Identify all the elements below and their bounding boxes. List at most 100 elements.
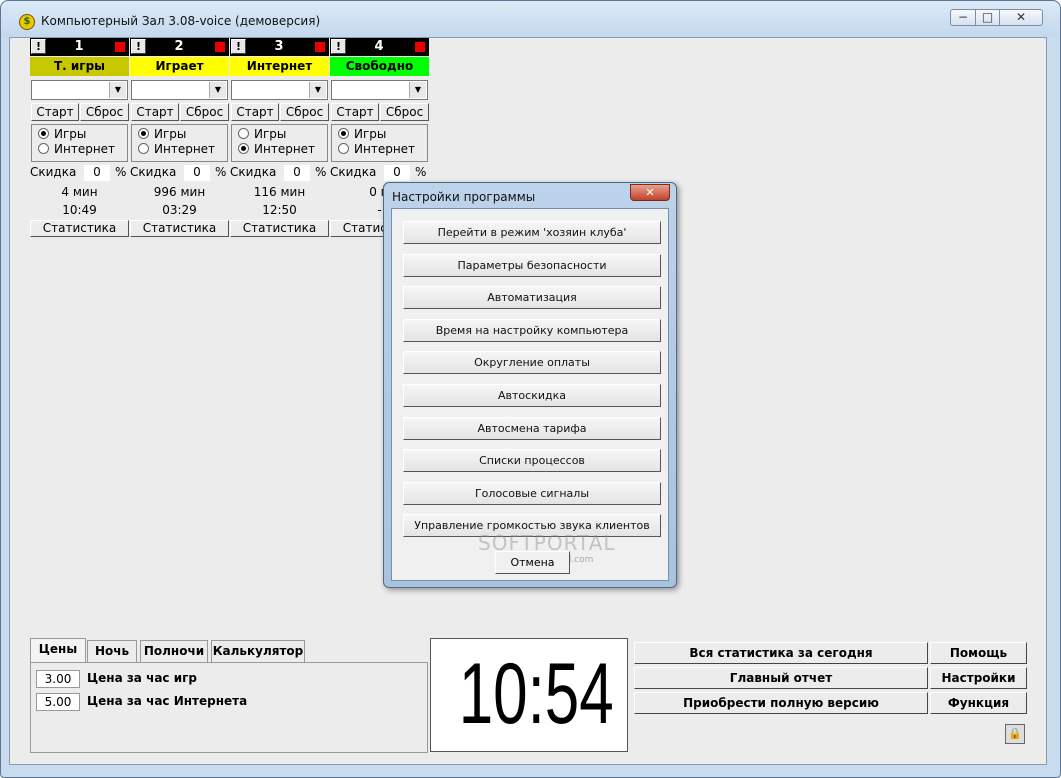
lock-icon[interactable]: 🔒	[1005, 724, 1025, 744]
percent-label: %	[315, 165, 327, 179]
workstation-status: Т. игры	[30, 57, 129, 76]
settings-option-button[interactable]: Автоскидка	[403, 384, 661, 407]
workstation-status: Свободно	[330, 57, 429, 76]
workstation-number: 3	[274, 39, 284, 54]
workstation-header: ! 1	[30, 38, 129, 56]
tariff-select[interactable]: ▼	[31, 80, 128, 100]
percent-label: %	[115, 165, 127, 179]
maximize-button[interactable]: □	[975, 9, 1000, 26]
radio-games[interactable]: Игры	[338, 127, 386, 141]
settings-option-button[interactable]: Округление оплаты	[403, 351, 661, 375]
radio-internet[interactable]: Интернет	[38, 142, 115, 156]
app-icon: $	[19, 14, 35, 30]
prices-pane: 3.00 Цена за час игр 5.00 Цена за час Ин…	[30, 662, 428, 753]
session-time: 03:29	[162, 203, 197, 217]
radio-games[interactable]: Игры	[38, 127, 86, 141]
internet-price-input[interactable]: 5.00	[36, 693, 80, 711]
session-time: 10:49	[62, 203, 97, 217]
session-time: 12:50	[262, 203, 297, 217]
help-button[interactable]: Помощь	[930, 642, 1027, 664]
alert-button[interactable]: !	[331, 39, 346, 54]
title-bar[interactable]: $ Компьютерный Зал 3.08-voice (демоверси…	[1, 1, 1060, 37]
discount-label: Скидка	[330, 165, 377, 179]
reset-button[interactable]: Сброс	[280, 103, 329, 121]
settings-dialog: Настройки программы ✕ Перейти в режим 'х…	[383, 182, 677, 588]
mode-group: Игры Интернет	[31, 124, 128, 162]
clock-time: 10:54	[458, 646, 614, 742]
status-indicator-icon	[115, 42, 125, 52]
start-button[interactable]: Старт	[231, 103, 279, 121]
percent-label: %	[215, 165, 227, 179]
discount-input[interactable]: 0	[284, 165, 310, 181]
discount-label: Скидка	[230, 165, 277, 179]
cancel-button[interactable]: Отмена	[495, 551, 570, 574]
settings-option-button[interactable]: Автосмена тарифа	[403, 416, 661, 440]
workstation-header: ! 3	[230, 38, 329, 56]
chevron-down-icon[interactable]: ▼	[109, 82, 126, 98]
tab-prices[interactable]: Цены	[30, 638, 86, 663]
settings-option-button[interactable]: Списки процессов	[403, 449, 661, 473]
statistics-button[interactable]: Статистика	[30, 220, 129, 237]
close-button[interactable]: ✕	[999, 9, 1043, 26]
buy-full-version-button[interactable]: Приобрести полную версию	[634, 692, 928, 714]
settings-option-button[interactable]: Голосовые сигналы	[403, 481, 661, 505]
chevron-down-icon[interactable]: ▼	[209, 82, 226, 98]
chevron-down-icon[interactable]: ▼	[309, 82, 326, 98]
workstation-1: ! 1 Т. игры ▼ Старт Сброс Игры Интернет Скидка 0%…	[30, 38, 129, 237]
tariff-select[interactable]: ▼	[231, 80, 328, 100]
main-report-button[interactable]: Главный отчет	[634, 667, 928, 689]
radio-internet[interactable]: Интернет	[338, 142, 415, 156]
tariff-select[interactable]: ▼	[331, 80, 428, 100]
workstation-number: 2	[174, 39, 184, 54]
game-price-label: Цена за час игр	[87, 671, 197, 685]
statistics-button[interactable]: Статистика	[230, 220, 329, 237]
start-button[interactable]: Старт	[31, 103, 79, 121]
workstation-header: ! 4	[330, 38, 429, 56]
alert-button[interactable]: !	[131, 39, 146, 54]
main-window: $ Компьютерный Зал 3.08-voice (демоверси…	[0, 0, 1061, 778]
alert-button[interactable]: !	[231, 39, 246, 54]
dialog-title: Настройки программы	[392, 190, 536, 204]
dialog-close-button[interactable]: ✕	[630, 184, 670, 201]
chevron-down-icon[interactable]: ▼	[409, 82, 426, 98]
tab-half-night[interactable]: Полночи	[140, 640, 208, 662]
clock-display: 10:54	[430, 638, 628, 752]
workstation-status: Играет	[130, 57, 229, 76]
settings-option-button[interactable]: Перейти в режим 'хозяин клуба'	[403, 221, 661, 244]
discount-label: Скидка	[130, 165, 177, 179]
start-button[interactable]: Старт	[131, 103, 179, 121]
game-price-input[interactable]: 3.00	[36, 670, 80, 688]
minimize-button[interactable]: −	[950, 9, 976, 26]
tab-calculator[interactable]: Калькулятор	[211, 640, 305, 662]
window-title: Компьютерный Зал 3.08-voice (демоверсия)	[41, 14, 321, 28]
dialog-body: Перейти в режим 'хозяин клуба' Параметры …	[391, 208, 669, 581]
tariff-select[interactable]: ▼	[131, 80, 228, 100]
discount-input[interactable]: 0	[84, 165, 110, 181]
settings-option-button[interactable]: Автоматизация	[403, 286, 661, 310]
status-indicator-icon	[415, 42, 425, 52]
tab-night[interactable]: Ночь	[87, 640, 137, 662]
mode-group: Игры Интернет	[131, 124, 228, 162]
radio-internet[interactable]: Интернет	[238, 142, 315, 156]
function-button[interactable]: Функция	[930, 692, 1027, 714]
discount-input[interactable]: 0	[384, 165, 410, 181]
workstation-header: ! 2	[130, 38, 229, 56]
settings-option-button[interactable]: Время на настройку компьютера	[403, 318, 661, 342]
reset-button[interactable]: Сброс	[180, 103, 229, 121]
internet-price-label: Цена за час Интернета	[87, 694, 248, 708]
workstation-status: Интернет	[230, 57, 329, 76]
settings-button[interactable]: Настройки	[930, 667, 1027, 689]
stats-today-button[interactable]: Вся статистика за сегодня	[634, 642, 928, 664]
statistics-button[interactable]: Статистика	[130, 220, 229, 237]
radio-games[interactable]: Игры	[138, 127, 186, 141]
reset-button[interactable]: Сброс	[80, 103, 129, 121]
radio-internet[interactable]: Интернет	[138, 142, 215, 156]
radio-games[interactable]: Игры	[238, 127, 286, 141]
discount-input[interactable]: 0	[184, 165, 210, 181]
status-indicator-icon	[315, 42, 325, 52]
workstation-number: 1	[74, 39, 84, 54]
start-button[interactable]: Старт	[331, 103, 379, 121]
alert-button[interactable]: !	[31, 39, 46, 54]
settings-option-button[interactable]: Параметры безопасности	[403, 253, 661, 277]
reset-button[interactable]: Сброс	[380, 103, 429, 121]
